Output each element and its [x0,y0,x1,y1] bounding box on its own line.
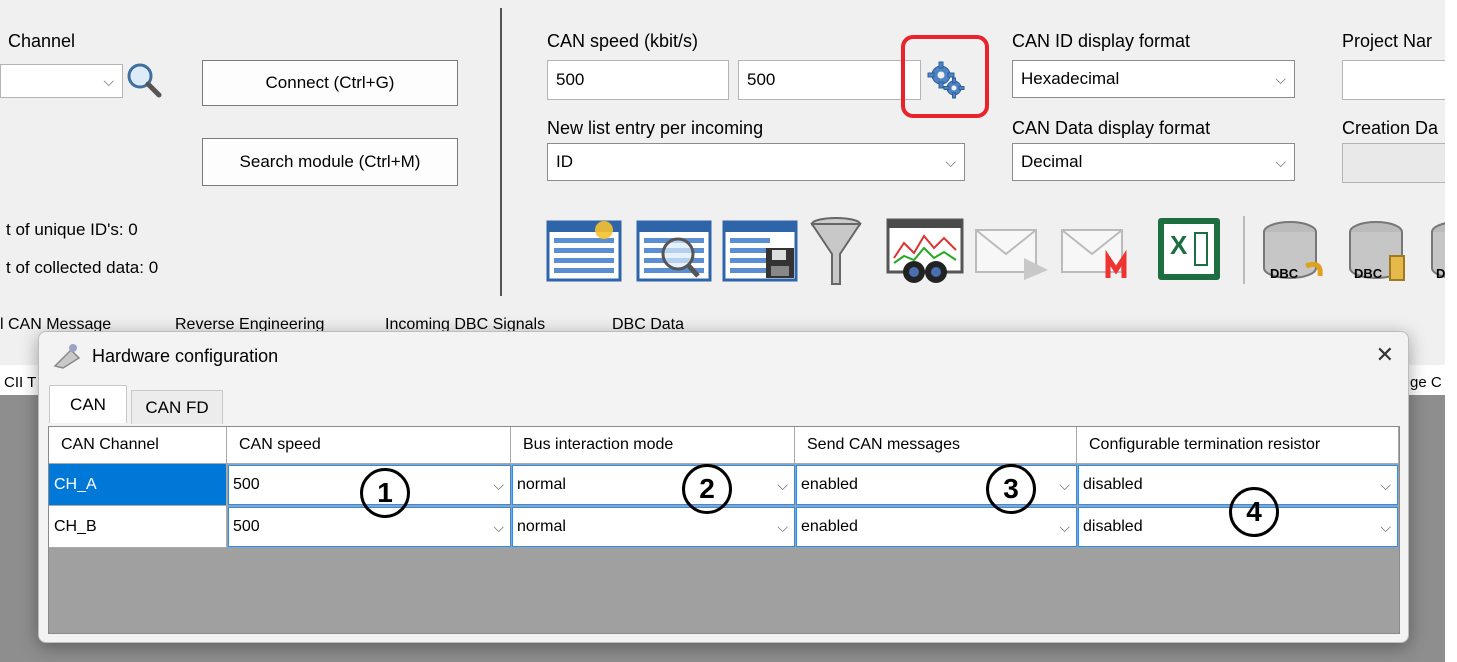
send-select-ch-b[interactable]: enabled ⌵ [796,507,1077,547]
row-channel-ch-a[interactable]: CH_A [49,464,227,506]
can-speed-input-2[interactable]: 500 [738,60,921,100]
chevron-down-icon: ⌵ [1059,519,1070,535]
filter-icon[interactable] [808,216,864,288]
tab-can[interactable]: CAN [49,385,127,423]
hardware-config-grid: CAN Channel CAN speed Bus interaction mo… [48,426,1400,634]
chevron-down-icon: ⌵ [777,477,788,493]
column-header-speed: CAN speed [227,427,511,464]
creation-date-input[interactable] [1342,143,1445,183]
connect-button[interactable]: Connect (Ctrl+G) [202,60,458,106]
chevron-down-icon: ⌵ [103,73,114,89]
channel-select[interactable]: ⌵ [0,64,123,98]
column-header-bus-mode: Bus interaction mode [511,427,795,464]
search-module-button[interactable]: Search module (Ctrl+M) [202,138,458,186]
new-list-entry-label: New list entry per incoming [547,118,764,138]
can-id-format-label: CAN ID display format [1012,31,1191,51]
bus-mode-select-ch-b[interactable]: normal ⌵ [512,507,795,547]
chevron-down-icon: ⌵ [945,154,956,170]
collected-data-count: t of collected data: 0 [6,258,159,277]
row-channel-ch-b[interactable]: CH_B [49,506,227,548]
dbc-label: DBC [1270,266,1299,281]
grid-empty-area [49,549,1399,633]
dialog-title: Hardware configuration [92,346,279,366]
tab-can-fd[interactable]: CAN FD [131,390,223,424]
close-icon[interactable]: ✕ [1376,342,1394,368]
project-name-label: Project Nar [1342,31,1433,51]
column-header-channel: CAN Channel [49,427,227,464]
chevron-down-icon: ⌵ [1380,519,1391,535]
callout-4: 4 [1229,487,1279,537]
new-list-icon[interactable] [546,218,622,284]
chevron-down-icon: ⌵ [493,477,504,493]
dbc-label: DBC [1354,266,1383,281]
can-id-format-select[interactable]: Hexadecimal ⌵ [1012,60,1295,98]
hardware-configuration-dialog: Hardware configuration ✕ CAN CAN FD CAN … [38,331,1409,643]
trace-view-icon[interactable] [886,218,964,286]
chevron-down-icon: ⌵ [1380,477,1391,493]
chevron-down-icon: ⌵ [1275,154,1286,170]
column-header-send: Send CAN messages [795,427,1077,464]
can-speed-input-1[interactable]: 500 [547,60,729,100]
hardware-icon [53,344,81,369]
excel-letter: X [1170,230,1188,260]
chevron-down-icon: ⌵ [493,519,504,535]
creation-date-label: Creation Da [1342,118,1439,138]
toolbar-divider [1243,216,1245,284]
column-header-termination: Configurable termination resistor [1077,427,1399,464]
callout-1: 1 [360,468,410,518]
search-icon[interactable] [124,60,164,100]
analyze-list-icon[interactable] [636,218,712,284]
channel-label: Channel [8,31,76,51]
unique-ids-count: t of unique ID's: 0 [6,220,138,239]
chevron-down-icon: ⌵ [777,519,788,535]
chevron-down-icon: ⌵ [1275,71,1286,87]
can-data-format-select[interactable]: Decimal ⌵ [1012,143,1295,181]
mail-message-icon[interactable] [1058,218,1138,280]
callout-2: 2 [682,464,732,514]
can-data-format-label: CAN Data display format [1012,118,1211,138]
dbc-export-icon[interactable]: DBC [1342,216,1414,288]
panel-divider [500,8,502,296]
main-window: Channel ⌵ Connect (Ctrl+G) Search module… [0,0,1445,662]
save-list-icon[interactable] [722,218,798,284]
send-message-icon[interactable] [972,218,1052,280]
can-speed-label: CAN speed (kbit/s) [547,31,699,51]
bus-mode-select-ch-a[interactable]: normal ⌵ [512,465,795,505]
dbc-icon[interactable]: D [1428,216,1445,288]
new-list-entry-select[interactable]: ID ⌵ [547,143,965,181]
project-name-input[interactable] [1342,60,1445,100]
highlight-box [901,35,989,118]
chevron-down-icon: ⌵ [1059,477,1070,493]
callout-3: 3 [986,464,1036,514]
excel-icon[interactable]: X [1158,218,1220,280]
dbc-label: D [1436,266,1445,281]
dbc-import-icon[interactable]: DBC [1256,216,1328,288]
